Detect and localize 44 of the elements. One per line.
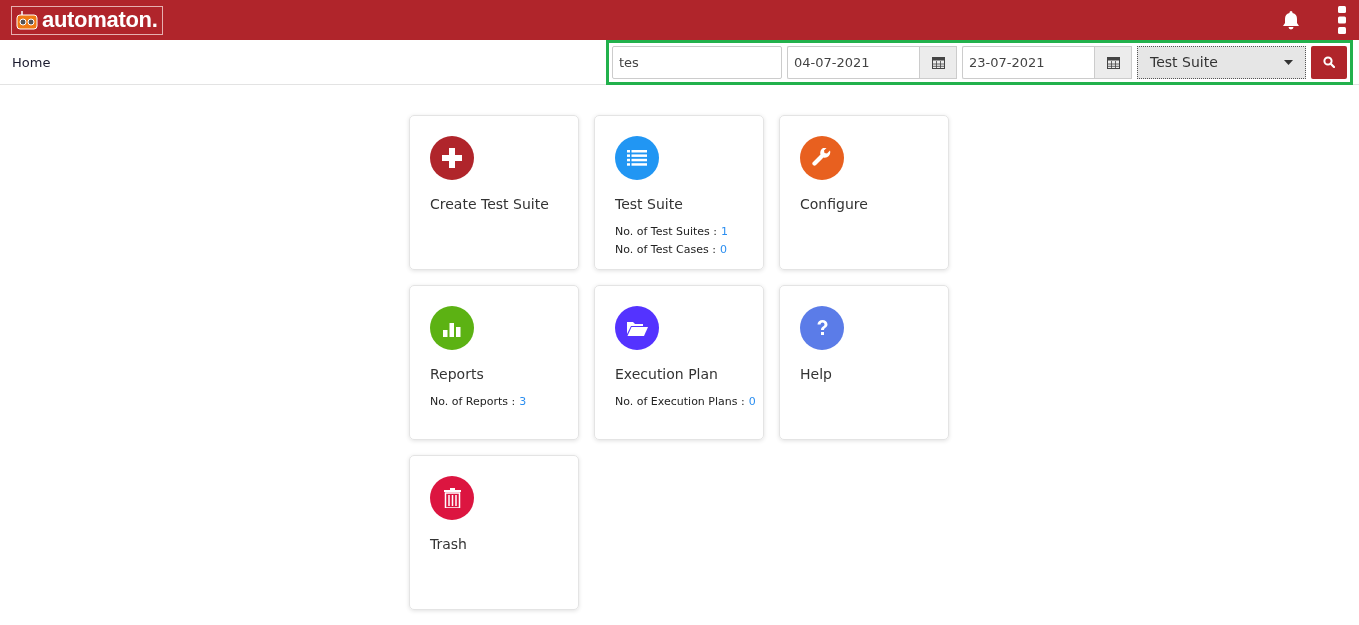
dashboard-card[interactable]: Trash xyxy=(409,455,579,610)
question-mark-icon xyxy=(816,320,828,336)
stat-label: No. of Reports : xyxy=(430,395,516,408)
type-dropdown[interactable]: Test Suite xyxy=(1137,45,1306,79)
card-title: Trash xyxy=(430,536,468,552)
card-title: Configure xyxy=(800,196,869,212)
stat-label: No. of Execution Plans : xyxy=(615,395,745,408)
stat-value[interactable]: 0 xyxy=(719,243,727,256)
card-title: Help xyxy=(800,366,833,382)
dashboard-card[interactable]: Test Suite No. of Test Suites : 1 No. of Test Cases : 0 xyxy=(594,115,764,270)
search-icon xyxy=(1323,56,1335,68)
card-title: Reports xyxy=(430,366,485,382)
plus-icon xyxy=(442,148,462,168)
calendar-button[interactable] xyxy=(919,45,957,79)
dashboard-card[interactable]: Help xyxy=(779,285,949,440)
date-to-field[interactable]: 23-07-2021 xyxy=(962,45,1094,79)
more-options-icon[interactable] xyxy=(1338,6,1346,34)
calendar-button[interactable] xyxy=(1094,45,1132,79)
folder-icon xyxy=(626,320,648,336)
stat-label: No. of Test Suites : xyxy=(615,225,718,238)
search-field[interactable]: tes xyxy=(612,45,782,79)
bell-icon[interactable] xyxy=(1282,10,1300,30)
wrench-icon xyxy=(812,148,832,168)
dashboard-card[interactable]: Execution Plan No. of Execution Plans : 0 xyxy=(594,285,764,440)
robot-icon xyxy=(16,10,38,30)
dashboard-card[interactable]: Configure xyxy=(779,115,949,270)
caret-icon xyxy=(1284,59,1293,65)
dashboard-card[interactable]: Reports No. of Reports : 3 xyxy=(409,285,579,440)
calendar-icon xyxy=(931,55,945,69)
card-title: Execution Plan xyxy=(615,366,719,382)
stat-value[interactable]: 0 xyxy=(748,395,756,408)
logo-text: automaton. xyxy=(42,9,158,31)
calendar-icon xyxy=(1106,55,1120,69)
card-title: Test Suite xyxy=(615,196,684,212)
logo[interactable]: automaton. xyxy=(11,5,163,35)
card-title: Create Test Suite xyxy=(430,196,550,212)
stat-label: No. of Test Cases : xyxy=(615,243,716,256)
date-from-field[interactable]: 04-07-2021 xyxy=(787,45,919,79)
search-button[interactable] xyxy=(1311,45,1347,79)
dashboard-card[interactable]: Create Test Suite xyxy=(409,115,579,270)
trash-icon xyxy=(443,488,461,508)
list-icon xyxy=(627,150,647,166)
stat-value[interactable]: 1 xyxy=(721,225,729,238)
breadcrumb[interactable]: Home xyxy=(12,54,51,70)
